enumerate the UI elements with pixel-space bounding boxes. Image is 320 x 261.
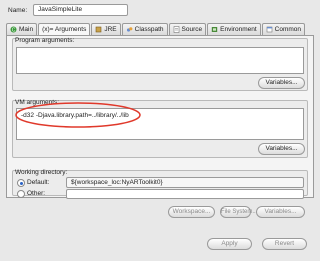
revert-button[interactable]: Revert bbox=[262, 238, 307, 250]
tab-source[interactable]: Source bbox=[168, 23, 207, 35]
svg-text:C: C bbox=[12, 27, 16, 33]
tab-classpath[interactable]: Classpath bbox=[121, 23, 168, 35]
tab-label: Main bbox=[19, 26, 34, 33]
tab-label: Common bbox=[274, 26, 302, 33]
highlight-ellipse bbox=[15, 102, 141, 128]
working-variables-button[interactable]: Variables... bbox=[256, 206, 305, 218]
default-directory-field: ${workspace_loc:NyARToolkit0} bbox=[66, 177, 304, 188]
apply-button[interactable]: Apply bbox=[207, 238, 252, 250]
tab-common[interactable]: Common bbox=[261, 23, 306, 35]
name-field[interactable]: JavaSimpleLite bbox=[33, 4, 128, 16]
file-system-button[interactable]: File System... bbox=[220, 206, 257, 218]
working-directory-title: Working directory: bbox=[15, 169, 68, 176]
tab-bar: C Main (x)= Arguments JRE Classpath Sour… bbox=[6, 23, 314, 35]
common-icon bbox=[266, 26, 273, 33]
environment-icon bbox=[211, 26, 218, 33]
workspace-button[interactable]: Workspace... bbox=[168, 206, 215, 218]
tab-main[interactable]: C Main bbox=[6, 23, 38, 35]
vm-variables-button[interactable]: Variables... bbox=[258, 143, 305, 155]
tab-label: Classpath bbox=[134, 26, 164, 33]
other-radio[interactable] bbox=[17, 190, 25, 198]
program-arguments-textarea[interactable] bbox=[16, 47, 304, 74]
tab-arguments[interactable]: (x)= Arguments bbox=[38, 23, 91, 35]
other-label: Other: bbox=[27, 190, 46, 197]
name-label: Name: bbox=[8, 7, 28, 14]
source-icon bbox=[173, 26, 180, 33]
main-icon: C bbox=[10, 26, 17, 33]
tab-label: Environment bbox=[220, 26, 257, 33]
program-arguments-title: Program arguments: bbox=[15, 37, 75, 44]
default-radio[interactable] bbox=[17, 179, 25, 187]
classpath-icon bbox=[126, 26, 133, 33]
tab-label: JRE bbox=[104, 26, 117, 33]
tab-environment[interactable]: Environment bbox=[207, 23, 261, 35]
tab-label: (x)= Arguments bbox=[42, 26, 87, 33]
other-directory-field[interactable] bbox=[66, 189, 304, 199]
tab-label: Source bbox=[181, 26, 203, 33]
tab-jre[interactable]: JRE bbox=[91, 23, 121, 35]
program-variables-button[interactable]: Variables... bbox=[258, 77, 305, 89]
jre-icon bbox=[95, 26, 102, 33]
default-label: Default: bbox=[27, 179, 50, 186]
